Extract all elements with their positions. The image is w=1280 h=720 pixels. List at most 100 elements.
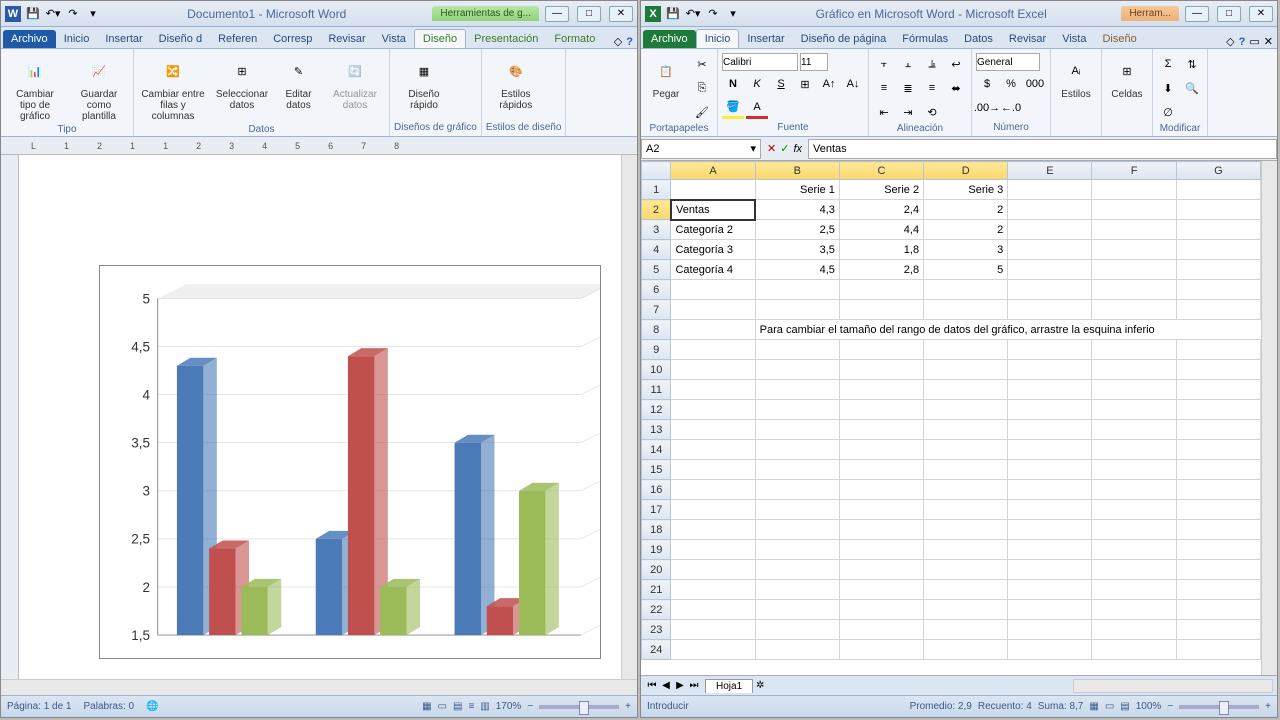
estilos-button[interactable]: Aᵢ Estilos: [1055, 53, 1097, 102]
zoom-in-button[interactable]: +: [1265, 701, 1271, 712]
shrink-font-icon[interactable]: A↓: [842, 73, 864, 95]
tab-presentacion[interactable]: Presentación: [466, 30, 546, 48]
tab-insertar[interactable]: Insertar: [739, 30, 792, 48]
qat-dropdown-icon[interactable]: ▾: [725, 6, 741, 22]
celdas-button[interactable]: ⊞ Celdas: [1106, 53, 1148, 102]
undo-icon[interactable]: ↶▾: [45, 6, 61, 22]
vertical-ruler[interactable]: [1, 155, 19, 679]
word-scrollbar-v[interactable]: [621, 155, 637, 679]
tab-vista[interactable]: Vista: [374, 30, 414, 48]
guardar-plantilla-button[interactable]: 📈 Guardar como plantilla: [69, 53, 129, 124]
maximize-button[interactable]: □: [577, 6, 601, 22]
excel-scrollbar-v[interactable]: [1261, 161, 1277, 675]
redo-icon[interactable]: ↷: [705, 6, 721, 22]
fx-icon[interactable]: fx: [793, 143, 802, 155]
tab-datos[interactable]: Datos: [956, 30, 1001, 48]
word-count[interactable]: Palabras: 0: [84, 701, 135, 712]
grow-font-icon[interactable]: A↑: [818, 73, 840, 95]
tab-diseno-pagina[interactable]: Diseño d: [151, 30, 210, 48]
underline-button[interactable]: S: [770, 73, 792, 95]
align-right-icon[interactable]: ≡: [921, 77, 943, 99]
cambiar-tipo-grafico-button[interactable]: 📊 Cambiar tipo de gráfico: [5, 53, 65, 124]
page-indicator[interactable]: Página: 1 de 1: [7, 701, 72, 712]
align-left-icon[interactable]: ≡: [873, 77, 895, 99]
tab-revisar[interactable]: Revisar: [320, 30, 373, 48]
close-button[interactable]: ✕: [609, 6, 633, 22]
close-button[interactable]: ✕: [1249, 6, 1273, 22]
align-bottom-icon[interactable]: ⫡: [921, 53, 943, 75]
tab-inicio[interactable]: Inicio: [56, 30, 98, 48]
editar-datos-button[interactable]: ✎ Editar datos: [276, 53, 321, 113]
view-web-icon[interactable]: ▤: [453, 701, 462, 712]
orientation-icon[interactable]: ⟲: [921, 101, 943, 123]
save-icon[interactable]: 💾: [25, 6, 41, 22]
view-print-layout-icon[interactable]: ▦: [422, 701, 431, 712]
tab-diseno-pagina[interactable]: Diseño de página: [793, 30, 895, 48]
tab-referencias[interactable]: Referen: [210, 30, 265, 48]
estilos-rapidos-button[interactable]: 🎨 Estilos rápidos: [486, 53, 546, 113]
horizontal-ruler[interactable]: L 121 123 456 78: [1, 137, 637, 155]
seleccionar-datos-button[interactable]: ⊞ Seleccionar datos: [212, 53, 272, 113]
word-scrollbar-h[interactable]: [1, 679, 637, 695]
diseno-rapido-button[interactable]: ▦ Diseño rápido: [394, 53, 454, 113]
tab-diseno[interactable]: Diseño: [414, 29, 466, 48]
view-normal-icon[interactable]: ▦: [1089, 701, 1098, 712]
tab-revisar[interactable]: Revisar: [1001, 30, 1054, 48]
increase-decimal-icon[interactable]: .00→: [976, 97, 998, 119]
close-workbook-icon[interactable]: ✕: [1264, 35, 1273, 48]
restore-workbook-icon[interactable]: ▭: [1249, 35, 1259, 48]
currency-icon[interactable]: $: [976, 73, 998, 95]
view-outline-icon[interactable]: ≡: [468, 701, 474, 712]
view-fullscreen-icon[interactable]: ▭: [438, 701, 447, 712]
qat-dropdown-icon[interactable]: ▾: [85, 6, 101, 22]
sort-filter-icon[interactable]: ⇅: [1181, 53, 1203, 75]
decrease-indent-icon[interactable]: ⇤: [873, 101, 895, 123]
view-draft-icon[interactable]: ▥: [480, 701, 489, 712]
zoom-slider[interactable]: [539, 705, 619, 709]
percent-icon[interactable]: %: [1000, 73, 1022, 95]
help-icon[interactable]: ?: [626, 36, 633, 48]
ribbon-minimize-icon[interactable]: ◇: [1226, 35, 1234, 48]
merge-button[interactable]: ⬌: [945, 77, 967, 99]
last-sheet-icon[interactable]: ⏭: [687, 680, 701, 691]
clear-icon[interactable]: ∅: [1157, 101, 1179, 123]
align-center-icon[interactable]: ≣: [897, 77, 919, 99]
confirm-edit-icon[interactable]: ✓: [780, 142, 789, 155]
redo-icon[interactable]: ↷: [65, 6, 81, 22]
zoom-in-button[interactable]: +: [625, 701, 631, 712]
formula-input[interactable]: [808, 139, 1277, 159]
italic-button[interactable]: K: [746, 73, 768, 95]
pegar-button[interactable]: 📋 Pegar: [645, 53, 687, 102]
align-middle-icon[interactable]: ⫠: [897, 53, 919, 75]
tab-diseno[interactable]: Diseño: [1094, 30, 1144, 48]
font-name-input[interactable]: [722, 53, 798, 71]
excel-scrollbar-h[interactable]: [1073, 679, 1273, 693]
zoom-level[interactable]: 100%: [1136, 701, 1162, 712]
thousands-icon[interactable]: 000: [1024, 73, 1046, 95]
save-icon[interactable]: 💾: [665, 6, 681, 22]
view-page-break-icon[interactable]: ▤: [1120, 701, 1129, 712]
bold-button[interactable]: N: [722, 73, 744, 95]
name-box-dropdown-icon[interactable]: ▾: [750, 142, 756, 155]
first-sheet-icon[interactable]: ⏮: [645, 680, 659, 691]
tab-formulas[interactable]: Fórmulas: [894, 30, 956, 48]
maximize-button[interactable]: □: [1217, 6, 1241, 22]
fill-icon[interactable]: ⬇: [1157, 77, 1179, 99]
number-format-select[interactable]: [976, 53, 1040, 71]
embedded-chart[interactable]: 1,522,533,544,55: [99, 265, 601, 659]
undo-icon[interactable]: ↶▾: [685, 6, 701, 22]
align-top-icon[interactable]: ⫟: [873, 53, 895, 75]
font-size-input[interactable]: [800, 53, 828, 71]
actualizar-datos-button[interactable]: 🔄 Actualizar datos: [325, 53, 385, 113]
border-button[interactable]: ⊞: [794, 73, 816, 95]
minimize-button[interactable]: —: [1185, 6, 1209, 22]
name-box[interactable]: A2 ▾: [641, 139, 761, 159]
tab-archivo[interactable]: Archivo: [3, 30, 56, 48]
zoom-out-button[interactable]: −: [527, 701, 533, 712]
minimize-button[interactable]: —: [545, 6, 569, 22]
table-tools-contextual-tab[interactable]: Herram...: [1121, 6, 1179, 21]
language-indicator[interactable]: 🌐: [146, 701, 158, 712]
tab-inicio[interactable]: Inicio: [696, 29, 740, 48]
font-color-button[interactable]: A: [746, 97, 768, 119]
tab-formato[interactable]: Formato: [546, 30, 603, 48]
